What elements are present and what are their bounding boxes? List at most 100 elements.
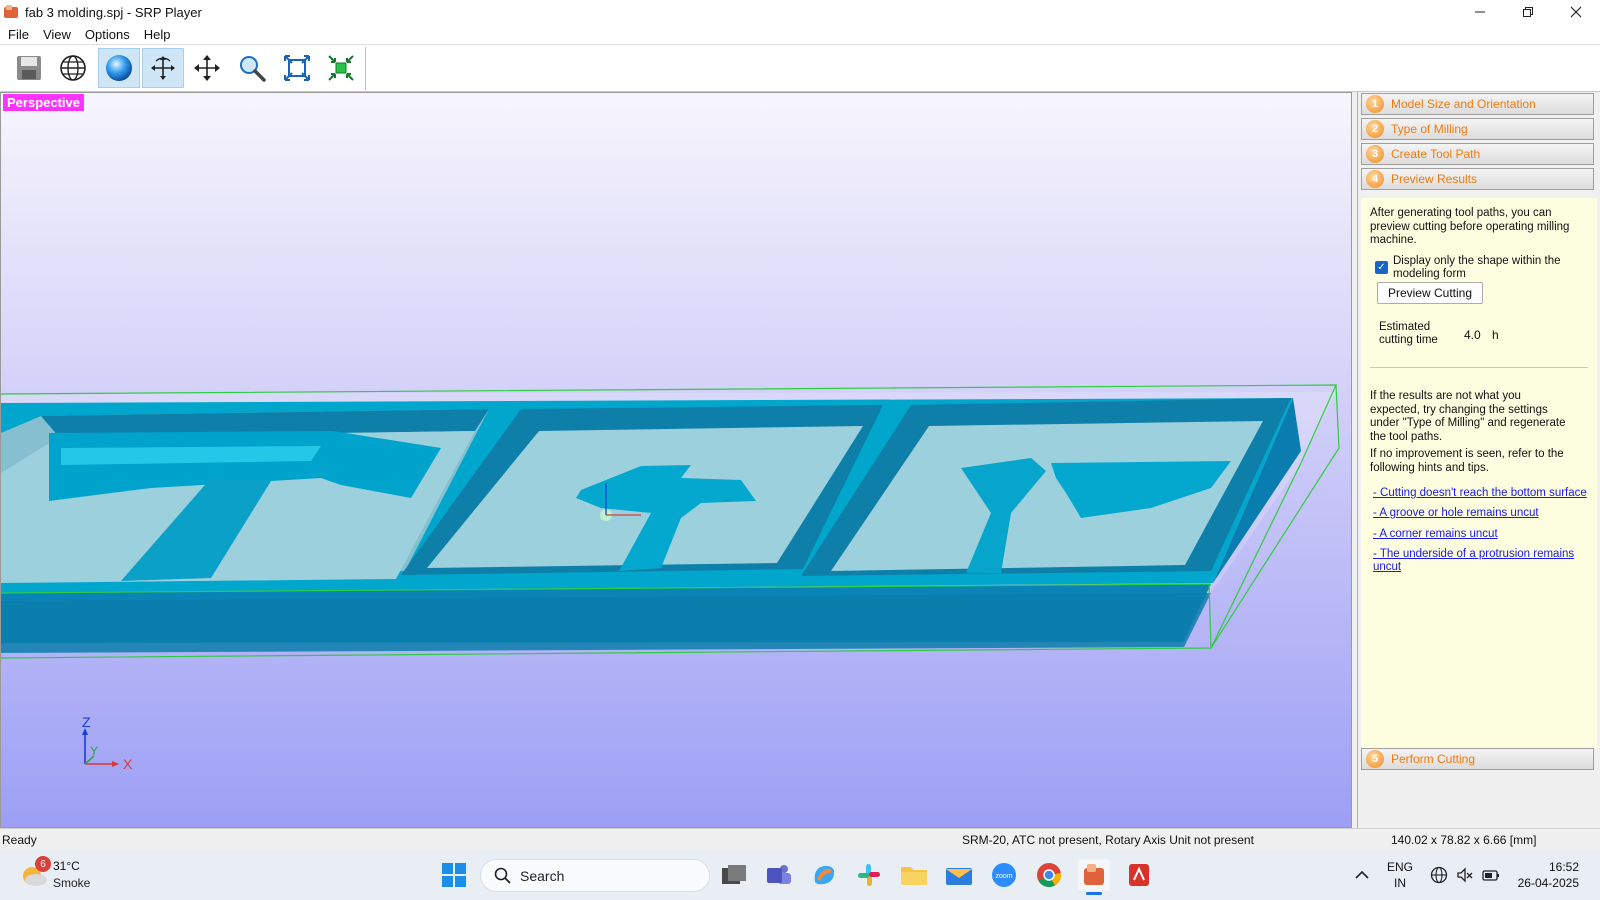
model-dimensions: 140.02 x 78.82 x 6.66 [mm] xyxy=(1391,833,1537,847)
reset-view-icon xyxy=(328,55,354,81)
language-indicator[interactable]: ENG IN xyxy=(1387,859,1413,891)
mail-icon xyxy=(946,868,972,885)
minimize-button[interactable] xyxy=(1456,0,1504,24)
step-label: Create Tool Path xyxy=(1391,147,1481,161)
step-number: 5 xyxy=(1366,750,1384,768)
zoom-icon xyxy=(240,56,266,82)
sphere-icon xyxy=(106,55,132,81)
srp-player-app[interactable] xyxy=(1078,859,1110,895)
minimize-icon xyxy=(1475,11,1485,13)
task-view-button[interactable] xyxy=(718,859,750,891)
step-preview-results[interactable]: 4 Preview Results xyxy=(1361,168,1594,190)
toolbar xyxy=(0,45,1600,92)
hint-groove-link[interactable]: - A groove or hole remains uncut xyxy=(1373,507,1539,520)
start-button[interactable] xyxy=(438,859,470,891)
pdf-icon xyxy=(1129,864,1149,886)
maximize-button[interactable] xyxy=(1504,0,1552,24)
show-hidden-icons-button[interactable] xyxy=(1346,859,1378,891)
chrome-icon xyxy=(1037,863,1062,888)
move-icon xyxy=(194,55,220,81)
estimate-label-line: Estimated xyxy=(1379,321,1431,333)
hint-protrusion-link[interactable]: - The underside of a protrusion remains … xyxy=(1373,548,1574,574)
step-model-size-orientation[interactable]: 1 Model Size and Orientation xyxy=(1361,93,1594,115)
srp-player-icon xyxy=(1084,864,1104,885)
save-button[interactable] xyxy=(8,48,50,88)
clock-time: 16:52 xyxy=(1548,860,1579,874)
pdf-app[interactable] xyxy=(1123,859,1155,891)
reset-view-button[interactable] xyxy=(320,48,362,88)
checkbox-label-line: Display only the shape within the xyxy=(1393,255,1561,267)
weather-widget[interactable]: 6 xyxy=(18,856,51,890)
display-shape-label: Display only the shape within the modeli… xyxy=(1393,255,1561,281)
window-title: fab 3 molding.spj - SRP Player xyxy=(25,4,202,20)
active-app-indicator xyxy=(1086,892,1102,895)
weather-temperature: 31°C xyxy=(53,859,80,873)
folder-icon xyxy=(901,867,927,885)
clock[interactable]: 16:52 26-04-2025 xyxy=(1513,859,1579,891)
shaded-view-button[interactable] xyxy=(98,48,140,88)
display-shape-checkbox[interactable]: ✓ xyxy=(1375,261,1388,274)
network-icon xyxy=(1430,866,1448,884)
file-explorer-app[interactable] xyxy=(898,859,930,891)
chevron-up-icon xyxy=(1355,870,1369,879)
menu-bar: File View Options Help xyxy=(0,24,1600,45)
srp-player-app-icon xyxy=(4,5,18,18)
rotate-button[interactable] xyxy=(142,48,184,88)
volume-muted-icon xyxy=(1457,867,1473,883)
checkbox-label-line: modeling form xyxy=(1393,268,1466,280)
step-number: 3 xyxy=(1366,145,1384,163)
globe-button[interactable] xyxy=(52,48,94,88)
intro-text: After generating tool paths, you can pre… xyxy=(1370,207,1569,248)
hint-line: uncut xyxy=(1373,561,1402,573)
menu-help[interactable]: Help xyxy=(137,27,178,42)
step-type-of-milling[interactable]: 2 Type of Milling xyxy=(1361,118,1594,140)
fit-icon xyxy=(284,55,310,81)
step-create-tool-path[interactable]: 3 Create Tool Path xyxy=(1361,143,1594,165)
step-perform-cutting[interactable]: 5 Perform Cutting xyxy=(1361,748,1594,770)
menu-view[interactable]: View xyxy=(36,27,78,42)
fit-view-button[interactable] xyxy=(276,48,318,88)
battery-icon xyxy=(1482,870,1499,881)
panel-divider xyxy=(1370,367,1588,368)
zoom-app[interactable]: zoom xyxy=(988,859,1020,891)
hint-corner-link[interactable]: - A corner remains uncut xyxy=(1373,528,1498,541)
axis-x-label: X xyxy=(123,756,133,772)
toolbar-separator xyxy=(365,47,366,90)
estimated-time-value: 4.0 xyxy=(1464,328,1481,342)
taskbar: 6 31°C Smoke Search zoom ENG IN 16:52 26… xyxy=(0,850,1600,900)
close-button[interactable] xyxy=(1552,0,1600,24)
hint-bottom-surface-link[interactable]: - Cutting doesn't reach the bottom surfa… xyxy=(1373,487,1587,500)
zoom-app-icon: zoom xyxy=(992,863,1016,887)
slack-app[interactable] xyxy=(853,859,885,891)
results-line: the tool paths. xyxy=(1370,430,1443,443)
chrome-app[interactable] xyxy=(1033,859,1065,891)
axis-z-label: Z xyxy=(82,715,91,730)
taskbar-search-box[interactable]: Search xyxy=(480,859,710,892)
mail-app[interactable] xyxy=(943,859,975,891)
weather-description: Smoke xyxy=(53,876,91,890)
teams-app[interactable] xyxy=(763,859,795,891)
results-line: expected, try changing the settings xyxy=(1370,403,1548,416)
status-bar: Ready SRM-20, ATC not present, Rotary Ax… xyxy=(0,828,1600,850)
menu-file[interactable]: File xyxy=(0,27,36,42)
model-scene[interactable] xyxy=(1,93,1352,828)
status-ready: Ready xyxy=(2,833,37,847)
windows-logo-icon xyxy=(442,863,466,887)
save-icon xyxy=(17,56,41,80)
3d-viewport[interactable]: Perspective Z Y X xyxy=(0,92,1352,828)
copilot-app[interactable] xyxy=(808,859,840,891)
noimprove-line: following hints and tips. xyxy=(1370,461,1489,474)
step-number: 1 xyxy=(1366,95,1384,113)
axis-y-label: Y xyxy=(90,744,98,758)
intro-line: After generating tool paths, you can xyxy=(1370,207,1552,219)
menu-options[interactable]: Options xyxy=(78,27,137,42)
step-label: Perform Cutting xyxy=(1391,752,1476,766)
step-number: 4 xyxy=(1366,170,1384,188)
move-button[interactable] xyxy=(186,48,228,88)
step-label: Model Size and Orientation xyxy=(1391,97,1536,111)
clock-date: 26-04-2025 xyxy=(1517,876,1579,890)
system-tray[interactable] xyxy=(1430,866,1500,884)
no-improvement-text: If no improvement is seen, refer to the … xyxy=(1370,448,1564,475)
zoom-button[interactable] xyxy=(231,48,273,88)
preview-cutting-button[interactable]: Preview Cutting xyxy=(1377,282,1483,304)
